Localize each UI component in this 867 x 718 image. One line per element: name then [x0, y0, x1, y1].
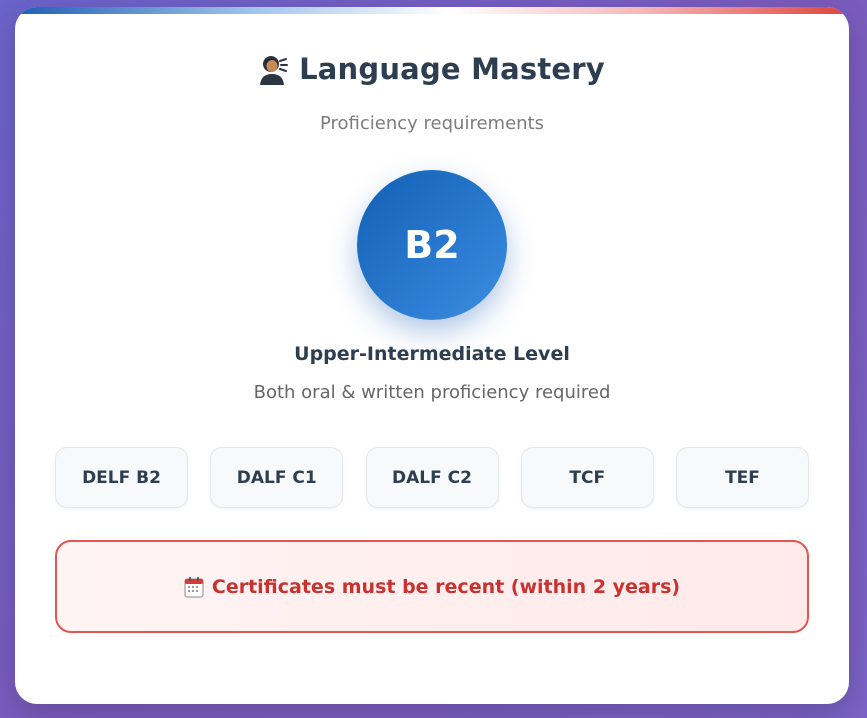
page-subtitle: Proficiency requirements [320, 113, 544, 134]
title-row: Language Mastery [259, 52, 605, 86]
level-description: Both oral & written proficiency required [253, 382, 611, 403]
certificate-tcf: TCF [520, 447, 654, 508]
notice-text: Certificates must be recent (within 2 ye… [211, 575, 681, 598]
level-badge: B2 [357, 170, 507, 320]
certificate-dalf-c1: DALF C1 [210, 447, 344, 508]
language-mastery-card: Language Mastery Proficiency requirement… [15, 7, 849, 704]
certificate-tef: TEF [676, 447, 809, 508]
page-title: Language Mastery [299, 52, 605, 86]
certificate-list: DELF B2 DALF C1 DALF C2 TCF TEF [55, 447, 809, 508]
certificate-dalf-c2: DALF C2 [365, 447, 499, 508]
speaking-person-icon [259, 52, 289, 86]
calendar-icon [184, 576, 204, 598]
accent-bar [15, 7, 849, 14]
level-name: Upper-Intermediate Level [294, 343, 570, 365]
recency-notice: Certificates must be recent (within 2 ye… [55, 540, 809, 633]
card-header: Language Mastery [15, 52, 849, 90]
level-code: B2 [404, 223, 460, 267]
certificate-delf-b2: DELF B2 [55, 447, 188, 508]
